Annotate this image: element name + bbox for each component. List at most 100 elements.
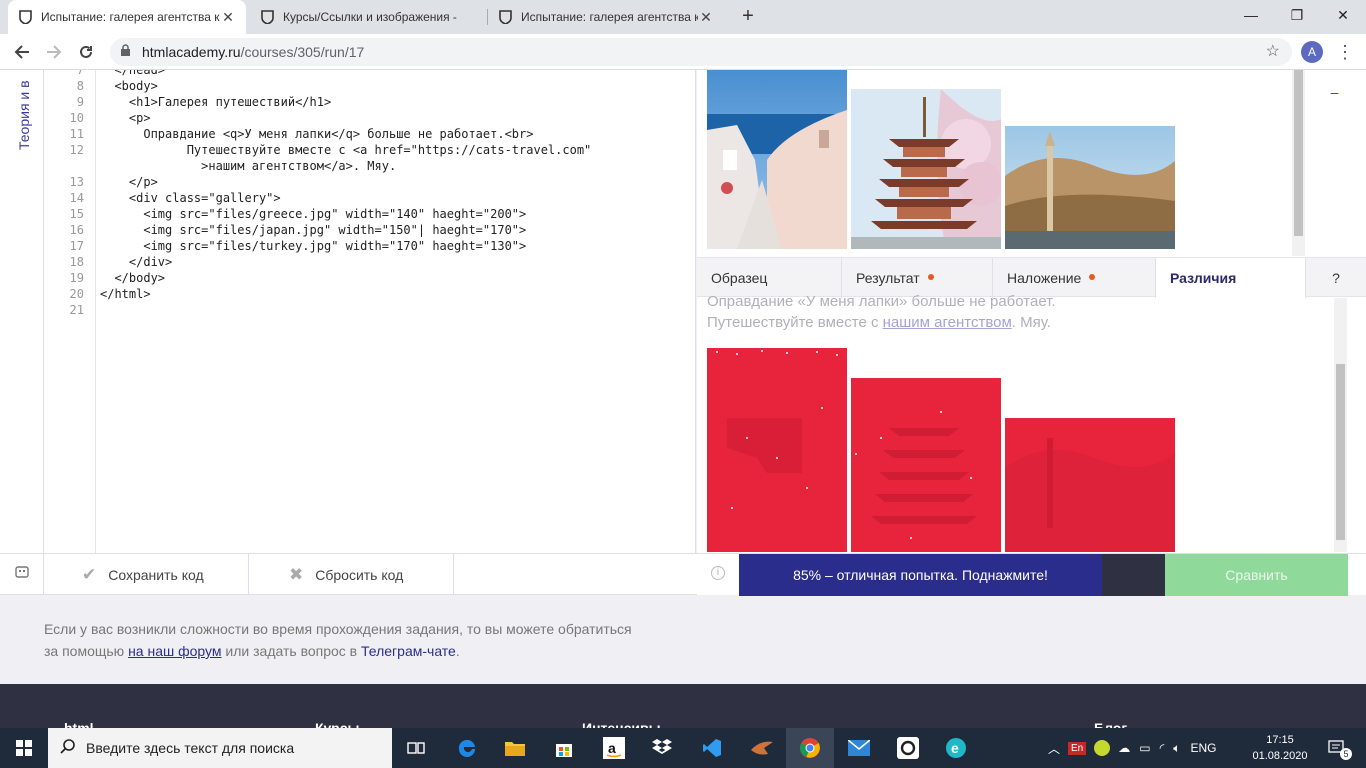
close-tab-icon[interactable]: ✕: [698, 9, 714, 26]
profile-avatar[interactable]: A: [1301, 41, 1323, 63]
back-arrow-icon[interactable]: [10, 40, 34, 64]
browser-tab-title: Испытание: галерея агентства к: [41, 10, 220, 24]
save-code-button[interactable]: ✔ Сохранить код: [44, 554, 249, 595]
preview-top-scrollbar[interactable]: [1292, 70, 1305, 256]
help-text: Если у вас возникли сложности во время п…: [44, 618, 632, 662]
line-numbers: 7 8 9 10 11 12 13 14 15 16 17 18 19 20 21: [44, 70, 84, 318]
code-content[interactable]: </head> <body> <h1>Галерея путешествий</…: [100, 70, 591, 318]
close-tab-icon[interactable]: ✕: [220, 9, 236, 26]
footer-courses[interactable]: Курсы: [315, 720, 359, 728]
help-text-middle: или задать вопрос в: [221, 643, 362, 659]
info-icon[interactable]: i: [711, 566, 725, 580]
changed-dot-icon: [1089, 274, 1096, 280]
maximize-button[interactable]: ❐: [1274, 0, 1320, 30]
battery-icon[interactable]: ▭: [1139, 741, 1150, 755]
htmlacademy-shield-icon: [498, 10, 512, 24]
preview-bottom-scrollbar[interactable]: [1334, 298, 1347, 552]
footer-logo[interactable]: html: [64, 720, 94, 728]
diff-text-suffix: . Мяу.: [1011, 314, 1051, 331]
update-icon[interactable]: [1094, 740, 1111, 756]
code-line[interactable]: <img src="files/turkey.jpg" width="170" …: [100, 238, 591, 254]
windows-start-icon[interactable]: [0, 728, 48, 768]
htmlacademy-shield-icon: [260, 10, 274, 24]
line-number: 16: [69, 223, 84, 237]
mail-icon[interactable]: [835, 728, 883, 768]
wifi-icon[interactable]: ◜: [1160, 741, 1165, 755]
scrollbar-thumb[interactable]: [1336, 364, 1345, 540]
code-line[interactable]: </div>: [100, 254, 591, 270]
browser-tab-title: Курсы/Ссылки и изображения -: [283, 10, 457, 24]
code-line[interactable]: [100, 302, 591, 318]
code-line[interactable]: >нашим агентством</a>. Мяу.: [100, 158, 591, 174]
file-explorer-icon[interactable]: [491, 728, 539, 768]
onedrive-cloud-icon[interactable]: ☁: [1118, 741, 1130, 755]
code-editor[interactable]: 7 8 9 10 11 12 13 14 15 16 17 18 19 20 21 </head> <bod…: [44, 70, 696, 553]
browser-tab-3[interactable]: Испытание: галерея агентства к ✕: [488, 0, 724, 34]
greece-photo: [707, 70, 847, 249]
line-number: 19: [69, 271, 84, 285]
show-hidden-icons-chevron-icon[interactable]: ︿: [1046, 740, 1062, 757]
code-line[interactable]: Оправдание <q>У меня лапки</q> больше не…: [100, 126, 591, 142]
site-footer: html Курсы Интенсивы Блог: [0, 684, 1366, 728]
footer-intensives[interactable]: Интенсивы: [582, 720, 661, 728]
japan-photo: [851, 89, 1003, 249]
line-number: 18: [69, 255, 84, 269]
telegram-link[interactable]: Телеграм-чате: [361, 643, 456, 659]
forward-arrow-icon[interactable]: [42, 40, 66, 64]
code-line[interactable]: <p>: [100, 110, 591, 126]
code-line[interactable]: </head>: [100, 70, 591, 78]
line-number: 13: [69, 175, 84, 189]
language-badge[interactable]: En: [1068, 741, 1087, 755]
scrollbar-thumb[interactable]: [1294, 70, 1303, 236]
edge-icon[interactable]: [443, 728, 491, 768]
taskbar-search-box[interactable]: Введите здесь текст для поиска: [48, 728, 392, 768]
reload-icon[interactable]: [74, 40, 98, 64]
footer-blog[interactable]: Блог: [1094, 720, 1127, 728]
chrome-icon[interactable]: [786, 728, 834, 768]
code-line[interactable]: </p>: [100, 174, 591, 190]
volume-icon[interactable]: 🔈︎: [1173, 741, 1180, 756]
help-text-suffix: .: [455, 643, 460, 659]
code-line[interactable]: <body>: [100, 78, 591, 94]
dropbox-icon[interactable]: [638, 728, 686, 768]
tab-difference[interactable]: Различия: [1156, 258, 1306, 298]
theory-sidebar[interactable]: Теория и в: [0, 70, 44, 553]
code-line[interactable]: <img src="files/japan.jpg" width="150"| …: [100, 222, 591, 238]
bookmark-star-icon[interactable]: ☆: [1266, 41, 1280, 61]
code-line[interactable]: </html>: [100, 286, 591, 302]
microsoft-store-icon[interactable]: [540, 728, 588, 768]
line-number: 7: [76, 70, 84, 77]
browser-tab-1[interactable]: Испытание: галерея агентства к ✕: [8, 0, 246, 34]
close-window-button[interactable]: ✕: [1320, 0, 1366, 30]
line-number: 10: [69, 111, 84, 125]
diff-link[interactable]: нашим агентством: [883, 314, 1012, 331]
forum-link[interactable]: на наш форум: [128, 643, 221, 659]
bird-app-icon[interactable]: [738, 728, 786, 768]
compare-button[interactable]: Сравнить: [1165, 554, 1348, 596]
input-language[interactable]: ENG: [1190, 741, 1216, 755]
keyboard-shortcuts-button[interactable]: [0, 554, 44, 595]
notification-center-icon[interactable]: 5: [1322, 728, 1352, 768]
code-line[interactable]: <img src="files/greece.jpg" width="140" …: [100, 206, 591, 222]
line-number: 20: [69, 287, 84, 301]
code-line[interactable]: </body>: [100, 270, 591, 286]
page-content: Теория и в 7 8 9 10 11 12 13 14 15 16 17 18 19 20 21 <…: [0, 70, 1366, 728]
browser-menu-icon[interactable]: ⋮: [1336, 41, 1354, 63]
minimize-button[interactable]: —: [1228, 0, 1274, 30]
vscode-icon[interactable]: [688, 728, 736, 768]
amazon-icon[interactable]: a: [590, 728, 638, 768]
browser-tab-2[interactable]: Курсы/Ссылки и изображения -: [250, 0, 486, 34]
help-tab[interactable]: ?: [1306, 258, 1366, 298]
new-tab-button[interactable]: +: [738, 6, 758, 26]
task-view-icon[interactable]: [392, 728, 440, 768]
address-bar[interactable]: htmlacademy.ru/courses/305/run/17 ☆: [110, 38, 1292, 66]
code-line[interactable]: Путешествуйте вместе с <a href="https://…: [100, 142, 592, 158]
code-line[interactable]: <h1>Галерея путешествий</h1>: [100, 94, 591, 110]
collapse-preview-button[interactable]: –: [1305, 70, 1364, 114]
reset-code-button[interactable]: ✖ Сбросить код: [249, 554, 454, 595]
code-line[interactable]: <div class="gallery">: [100, 190, 591, 206]
taskbar-clock[interactable]: 17:15 01.08.2020: [1248, 732, 1312, 764]
theory-sidebar-label: Теория и в: [16, 80, 32, 150]
eset-icon[interactable]: e: [932, 728, 980, 768]
obs-icon[interactable]: [884, 728, 932, 768]
